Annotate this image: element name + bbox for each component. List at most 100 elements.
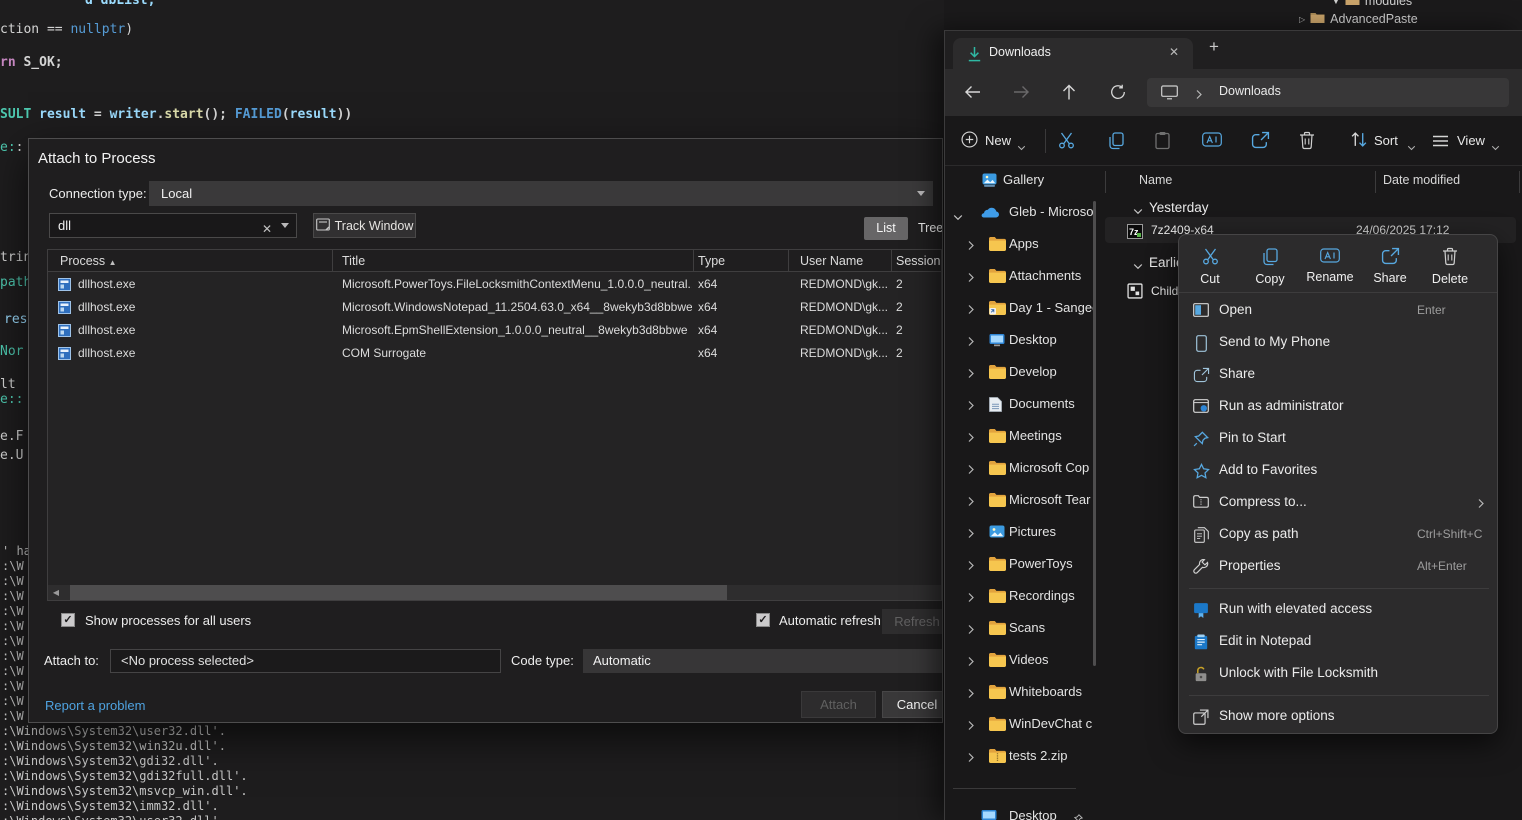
menu-item-unlock-with-file-locksmith[interactable]: Unlock with File Locksmith: [1183, 658, 1495, 690]
menu-item-open[interactable]: OpenEnter: [1183, 295, 1495, 327]
menu-item-edit-in-notepad[interactable]: Edit in Notepad: [1183, 626, 1495, 658]
back-icon[interactable]: [964, 84, 981, 105]
col-process[interactable]: Process ▲: [48, 250, 333, 272]
menu-item-run-with-elevated-access[interactable]: Run with elevated access: [1183, 594, 1495, 626]
menu-item-copy-as-path[interactable]: Copy as pathCtrl+Shift+C: [1183, 519, 1495, 551]
sidebar-item-windevchat-c[interactable]: WinDevChat c: [945, 708, 1095, 740]
up-icon[interactable]: [1061, 84, 1077, 105]
sidebar-item-apps[interactable]: Apps: [945, 228, 1095, 260]
scroll-left-icon[interactable]: ◀: [48, 585, 64, 600]
new-tab-button[interactable]: +: [1209, 37, 1219, 57]
tree-item-modules[interactable]: ▼ modules: [1332, 0, 1412, 10]
menu-item-properties[interactable]: PropertiesAlt+Enter: [1183, 551, 1495, 583]
file-name[interactable]: Childl: [1151, 284, 1181, 298]
view-icon[interactable]: [1432, 134, 1449, 153]
sidebar-item-develop[interactable]: Develop: [945, 356, 1095, 388]
menu-item-share[interactable]: Share: [1183, 359, 1495, 391]
column-name[interactable]: Name: [1139, 173, 1172, 187]
cancel-button[interactable]: Cancel: [882, 691, 943, 718]
chevron-right-icon[interactable]: [967, 494, 975, 512]
auto-refresh-checkbox[interactable]: ✓: [756, 613, 770, 627]
track-window-button[interactable]: Track Window: [313, 213, 416, 238]
cut-icon[interactable]: [1057, 131, 1076, 155]
process-row[interactable]: dllhost.exeCOM Surrogatex64REDMOND\gk...…: [48, 342, 941, 365]
sidebar-item-day-1-sangee[interactable]: Day 1 - Sangee: [945, 292, 1095, 324]
sidebar-item-gallery[interactable]: Gallery: [945, 166, 1095, 196]
chevron-right-icon[interactable]: [967, 462, 975, 480]
rename-icon[interactable]: [1202, 131, 1222, 153]
menu-item-show-more-options[interactable]: Show more options: [1183, 701, 1495, 733]
chevron-right-icon[interactable]: [967, 270, 975, 288]
tree-scrollbar[interactable]: [1093, 201, 1096, 666]
sidebar-item-powertoys[interactable]: PowerToys: [945, 548, 1095, 580]
address-bar[interactable]: Downloads: [1147, 78, 1509, 107]
refresh-button[interactable]: Refresh: [882, 609, 943, 634]
new-button[interactable]: New: [985, 133, 1011, 148]
menu-item-run-as-administrator[interactable]: Run as administrator: [1183, 391, 1495, 423]
list-toggle[interactable]: List: [864, 217, 908, 240]
show-processes-checkbox[interactable]: ✓: [61, 613, 75, 627]
delete-quick-button[interactable]: Delete: [1420, 245, 1480, 286]
new-icon[interactable]: [961, 131, 978, 153]
sidebar-item-videos[interactable]: Videos: [945, 644, 1095, 676]
chevron-right-icon[interactable]: [967, 590, 975, 608]
sort-icon[interactable]: [1350, 131, 1368, 153]
process-filter-input[interactable]: dll ✕: [49, 213, 297, 238]
chevron-down-icon[interactable]: [1133, 257, 1143, 275]
sort-button[interactable]: Sort: [1374, 133, 1398, 148]
chevron-right-icon[interactable]: [967, 654, 975, 672]
sidebar-item-microsoft-tear[interactable]: Microsoft Tear: [945, 484, 1095, 516]
copy-quick-button[interactable]: Copy: [1240, 245, 1300, 286]
refresh-icon[interactable]: [1110, 84, 1126, 105]
connection-type-select[interactable]: Local: [149, 181, 933, 206]
chevron-right-icon[interactable]: [967, 718, 975, 736]
paste-icon[interactable]: [1154, 131, 1171, 155]
chevron-right-icon[interactable]: [967, 430, 975, 448]
chevron-right-icon[interactable]: [967, 622, 975, 640]
sidebar-item-microsoft-cop[interactable]: Microsoft Cop: [945, 452, 1095, 484]
menu-item-compress-to-[interactable]: Compress to...: [1183, 487, 1495, 519]
cut-quick-button[interactable]: Cut: [1180, 245, 1240, 286]
tree-item-advancedpaste[interactable]: ▷ AdvancedPaste: [1299, 10, 1418, 28]
process-row[interactable]: dllhost.exeMicrosoft.EpmShellExtension_1…: [48, 319, 941, 342]
chevron-right-icon[interactable]: [967, 526, 975, 544]
scrollbar-thumb[interactable]: [70, 585, 727, 600]
close-tab-icon[interactable]: ✕: [1169, 45, 1179, 59]
sidebar-item-recordings[interactable]: Recordings: [945, 580, 1095, 612]
delete-icon[interactable]: [1299, 131, 1315, 155]
chevron-down-icon[interactable]: [953, 208, 963, 226]
forward-icon[interactable]: [1013, 84, 1030, 105]
sidebar-item-attachments[interactable]: Attachments: [945, 260, 1095, 292]
chevron-right-icon[interactable]: [967, 238, 975, 256]
chevron-right-icon[interactable]: [967, 398, 975, 416]
attach-button[interactable]: Attach: [801, 691, 876, 718]
rename-quick-button[interactable]: Rename: [1300, 245, 1360, 284]
chevron-right-icon[interactable]: [967, 558, 975, 576]
sidebar-item-whiteboards[interactable]: Whiteboards: [945, 676, 1095, 708]
col-user[interactable]: User Name: [789, 250, 892, 272]
share-icon[interactable]: [1251, 131, 1270, 154]
tab-downloads[interactable]: Downloads ✕: [953, 38, 1193, 69]
tree-toggle[interactable]: Tree: [918, 217, 943, 240]
sidebar-item-desktop-pinned[interactable]: Desktop: [945, 800, 1095, 820]
chevron-right-icon[interactable]: [967, 302, 975, 320]
chevron-right-icon[interactable]: [967, 686, 975, 704]
sidebar-item-desktop[interactable]: Desktop: [945, 324, 1095, 356]
sidebar-item-pictures[interactable]: Pictures: [945, 516, 1095, 548]
menu-item-send-to-my-phone[interactable]: Send to My Phone: [1183, 327, 1495, 359]
breadcrumb[interactable]: Downloads: [1219, 84, 1281, 98]
process-row[interactable]: dllhost.exeMicrosoft.WindowsNotepad_11.2…: [48, 296, 941, 319]
sidebar-item-documents[interactable]: Documents: [945, 388, 1095, 420]
report-problem-link[interactable]: Report a problem: [45, 698, 145, 713]
horizontal-scrollbar[interactable]: ◀: [48, 585, 941, 600]
menu-item-add-to-favorites[interactable]: Add to Favorites: [1183, 455, 1495, 487]
copy-icon[interactable]: [1107, 131, 1125, 155]
sidebar-item-scans[interactable]: Scans: [945, 612, 1095, 644]
chevron-right-icon[interactable]: [967, 750, 975, 768]
col-type[interactable]: Type: [694, 250, 789, 272]
column-date-modified[interactable]: Date modified: [1383, 173, 1460, 187]
chevron-down-icon[interactable]: [281, 223, 289, 228]
process-row[interactable]: dllhost.exeMicrosoft.PowerToys.FileLocks…: [48, 273, 941, 296]
col-session[interactable]: Session: [892, 250, 943, 272]
chevron-right-icon[interactable]: [967, 366, 975, 384]
